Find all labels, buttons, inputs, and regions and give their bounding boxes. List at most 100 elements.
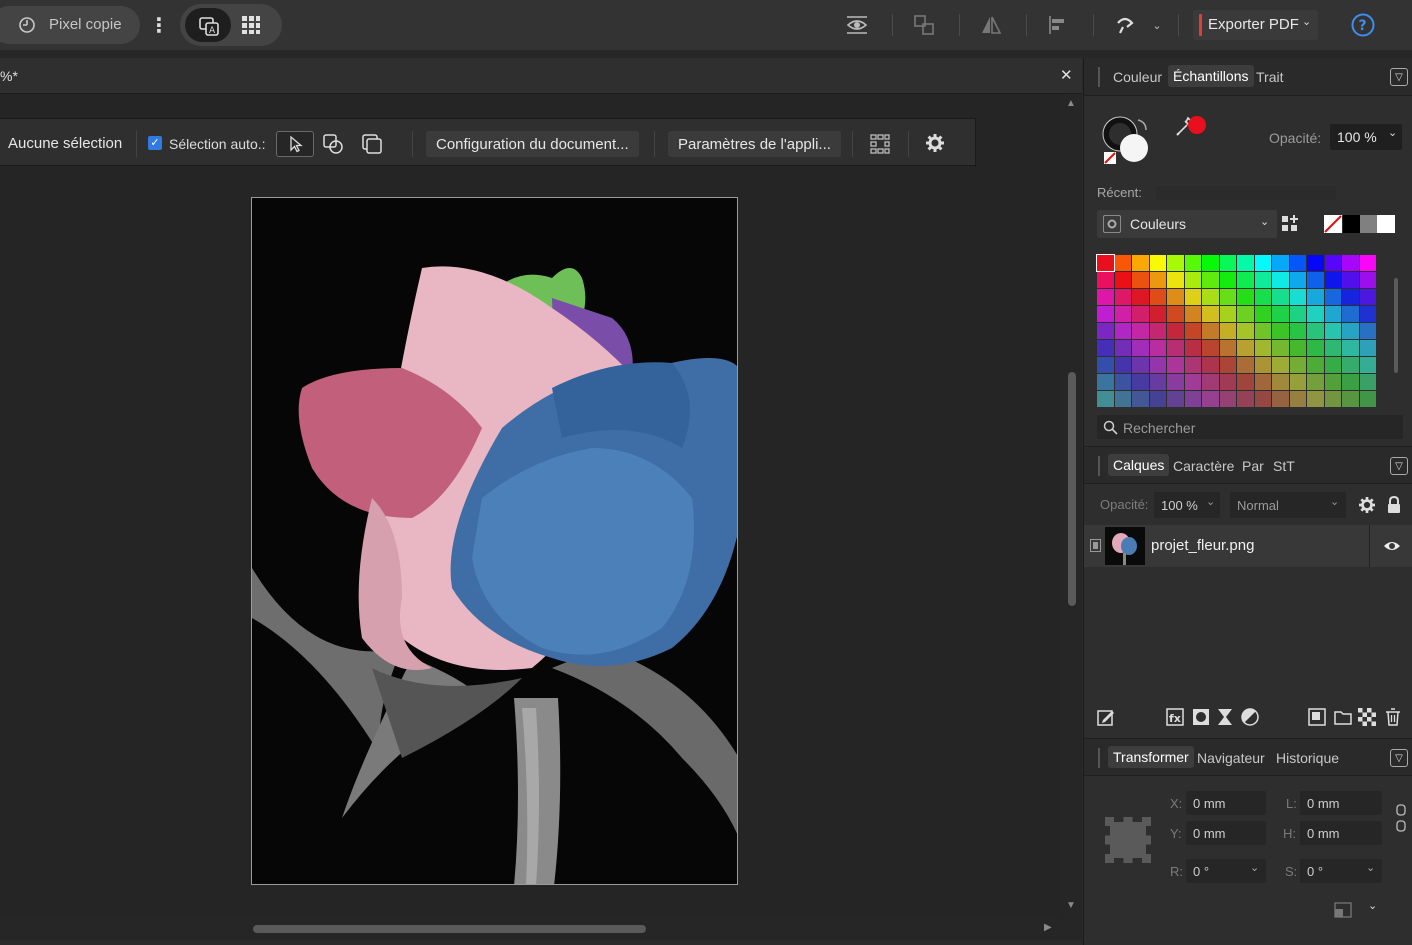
color-swatch[interactable] (1342, 357, 1359, 373)
color-swatch[interactable] (1114, 340, 1131, 356)
tab-paragraphe[interactable]: Par (1242, 458, 1264, 474)
color-swatch[interactable] (1167, 323, 1184, 339)
color-swatch[interactable] (1237, 289, 1254, 305)
color-swatch[interactable] (1149, 306, 1166, 322)
grid-layout-icon[interactable] (868, 132, 892, 156)
color-swatch[interactable] (1254, 323, 1271, 339)
document-tab-title[interactable]: %* (0, 68, 18, 84)
color-swatch[interactable] (1359, 272, 1376, 288)
color-swatch[interactable] (1114, 323, 1131, 339)
color-swatch[interactable] (1237, 374, 1254, 390)
black-swatch[interactable] (1343, 215, 1360, 233)
color-swatch[interactable] (1202, 357, 1219, 373)
layer-opacity-select[interactable]: 100 % ⌄ (1154, 492, 1220, 518)
document-setup-button[interactable]: Configuration du document... (426, 131, 639, 157)
color-swatch[interactable] (1149, 255, 1166, 271)
auto-select-checkbox[interactable]: ✓ (148, 136, 162, 150)
color-swatch[interactable] (1097, 272, 1114, 288)
gear-icon[interactable] (924, 132, 946, 154)
transform-objects-icon[interactable] (912, 13, 936, 37)
width-input[interactable]: 0 mm (1300, 791, 1382, 815)
color-swatch[interactable] (1307, 323, 1324, 339)
layer-settings-gear-icon[interactable] (1357, 495, 1377, 515)
layer-name[interactable]: projet_fleur.png (1151, 537, 1254, 554)
color-swatch[interactable] (1219, 272, 1236, 288)
color-swatch[interactable] (1202, 289, 1219, 305)
collapse-chevron-icon[interactable]: ▽ (1390, 749, 1408, 767)
y-input[interactable]: 0 mm (1186, 821, 1266, 845)
color-swatch[interactable] (1289, 272, 1306, 288)
color-swatch[interactable] (1237, 306, 1254, 322)
tab-echantillons[interactable]: Échantillons (1168, 65, 1254, 87)
color-swatch[interactable] (1237, 391, 1254, 407)
lock-icon[interactable] (1385, 495, 1403, 515)
color-swatch[interactable] (1132, 255, 1149, 271)
mask-icon[interactable] (1191, 707, 1211, 727)
color-swatch[interactable] (1149, 289, 1166, 305)
align-icon[interactable] (1046, 13, 1070, 37)
color-swatch[interactable] (1097, 391, 1114, 407)
color-swatch[interactable] (1254, 255, 1271, 271)
color-swatch[interactable] (1289, 255, 1306, 271)
color-swatch[interactable] (1324, 255, 1341, 271)
color-swatch[interactable] (1219, 340, 1236, 356)
color-swatch[interactable] (1237, 323, 1254, 339)
transform-options-icon[interactable] (1333, 899, 1355, 919)
color-swatch[interactable] (1202, 323, 1219, 339)
color-swatch[interactable] (1237, 357, 1254, 373)
app-settings-button[interactable]: Paramètres de l'appli... (668, 131, 841, 157)
color-swatch[interactable] (1219, 255, 1236, 271)
color-swatch[interactable] (1149, 357, 1166, 373)
vertical-scroll-thumb[interactable] (1068, 372, 1076, 606)
question-icon[interactable]: ? (1351, 13, 1375, 37)
vertical-scrollbar[interactable]: ▲ ▼ (1062, 94, 1082, 918)
collapse-chevron-icon[interactable]: ▽ (1390, 457, 1408, 475)
color-swatch[interactable] (1184, 357, 1201, 373)
swatch-search-input[interactable]: Rechercher (1097, 415, 1403, 439)
shear-input[interactable]: 0 ° ⌄ (1300, 859, 1382, 883)
fx-icon[interactable]: fx (1165, 707, 1185, 727)
none-swatch[interactable] (1324, 215, 1342, 233)
color-swatch[interactable] (1342, 340, 1359, 356)
snapping-dropdown-chevron-icon[interactable]: ⌄ (1150, 16, 1164, 34)
color-swatch[interactable] (1289, 391, 1306, 407)
palette-select[interactable]: Couleurs ⌄ (1097, 210, 1277, 238)
color-swatch[interactable] (1202, 391, 1219, 407)
color-swatch[interactable] (1132, 306, 1149, 322)
color-swatch[interactable] (1237, 340, 1254, 356)
trash-icon[interactable] (1383, 707, 1403, 727)
horizontal-scroll-thumb[interactable] (253, 925, 646, 933)
color-swatch[interactable] (1324, 306, 1341, 322)
color-swatch[interactable] (1097, 340, 1114, 356)
anchor-point-selector[interactable] (1105, 817, 1151, 863)
layer-row[interactable]: projet_fleur.png (1084, 525, 1412, 567)
color-swatch[interactable] (1149, 340, 1166, 356)
gray-swatch[interactable] (1360, 215, 1377, 233)
scroll-down-arrow-icon[interactable]: ▼ (1066, 900, 1076, 911)
tab-caractere[interactable]: Caractère (1173, 458, 1234, 474)
blend-mode-select[interactable]: Normal ⌄ (1230, 492, 1346, 518)
color-swatch[interactable] (1184, 306, 1201, 322)
color-swatch[interactable] (1132, 323, 1149, 339)
color-swatch[interactable] (1254, 306, 1271, 322)
palette-menu-icon[interactable] (1280, 214, 1300, 234)
color-swatch[interactable] (1307, 357, 1324, 373)
color-swatch[interactable] (1324, 272, 1341, 288)
color-swatch[interactable] (1097, 289, 1114, 305)
rotation-input[interactable]: 0 ° ⌄ (1186, 859, 1266, 883)
x-input[interactable]: 0 mm (1186, 791, 1266, 815)
color-swatch[interactable] (1184, 323, 1201, 339)
collapse-chevron-icon[interactable]: ▽ (1390, 68, 1408, 86)
color-swatch[interactable] (1359, 374, 1376, 390)
color-swatch[interactable] (1114, 272, 1131, 288)
color-swatch[interactable] (1167, 374, 1184, 390)
color-swatch[interactable] (1289, 374, 1306, 390)
color-swatch[interactable] (1167, 255, 1184, 271)
color-swatch[interactable] (1359, 306, 1376, 322)
color-swatch[interactable] (1167, 391, 1184, 407)
tab-transformer[interactable]: Transformer (1108, 746, 1194, 768)
color-swatch[interactable] (1342, 289, 1359, 305)
color-swatch[interactable] (1342, 255, 1359, 271)
color-swatch[interactable] (1219, 357, 1236, 373)
flip-horizontal-icon[interactable] (979, 13, 1003, 37)
